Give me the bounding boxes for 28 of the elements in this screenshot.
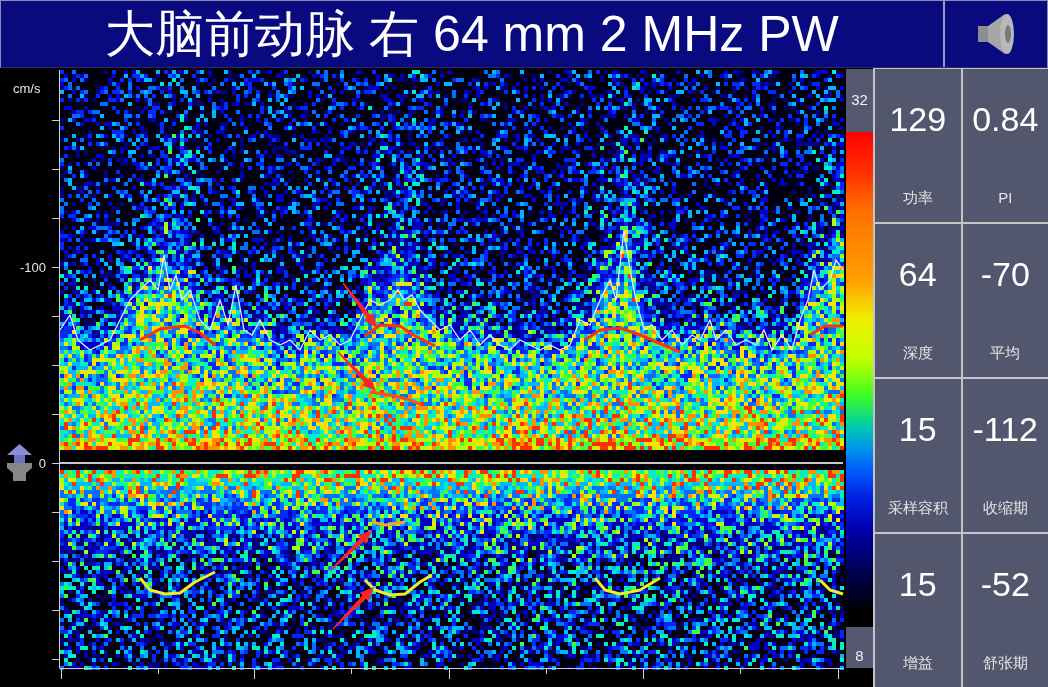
annotation-arrow-icon <box>329 530 372 572</box>
readout-value: 129 <box>889 100 947 138</box>
readout-label: 平均 <box>990 344 1021 362</box>
annotation-arrow-icon <box>342 282 377 328</box>
annotation-arrow-icon <box>337 351 376 391</box>
readout-value: 15 <box>898 410 937 448</box>
up-arrow-icon <box>7 444 32 481</box>
readout-value: -52 <box>980 565 1030 603</box>
readout-value: -70 <box>980 255 1030 293</box>
readout-value: 15 <box>898 565 937 603</box>
scale-min-label: 8 <box>846 627 873 668</box>
annotation-arrow-icon <box>332 587 374 630</box>
readout-label: 深度 <box>902 344 933 362</box>
readout-label: PI <box>998 189 1013 207</box>
scale-max-label: 32 <box>846 69 873 132</box>
axis-unit-label: cm/s <box>13 81 41 96</box>
readout-label: 功率 <box>902 189 933 207</box>
speaker-icon <box>978 12 1014 56</box>
readout-value: 0.84 <box>972 100 1039 138</box>
window-title: 大脑前动脉 右 64 mm 2 MHz PW <box>105 9 839 59</box>
readout-label: 收缩期 <box>982 499 1028 517</box>
readout-label: 舒张期 <box>982 654 1028 672</box>
axis-tick-label: -100 <box>19 260 46 275</box>
readout-label: 采样容积 <box>887 499 948 517</box>
axis-tick-label: 0 <box>38 456 46 471</box>
readout-label: 增益 <box>902 654 933 672</box>
readout-value: -112 <box>972 410 1038 448</box>
readout-value: 64 <box>898 255 937 293</box>
